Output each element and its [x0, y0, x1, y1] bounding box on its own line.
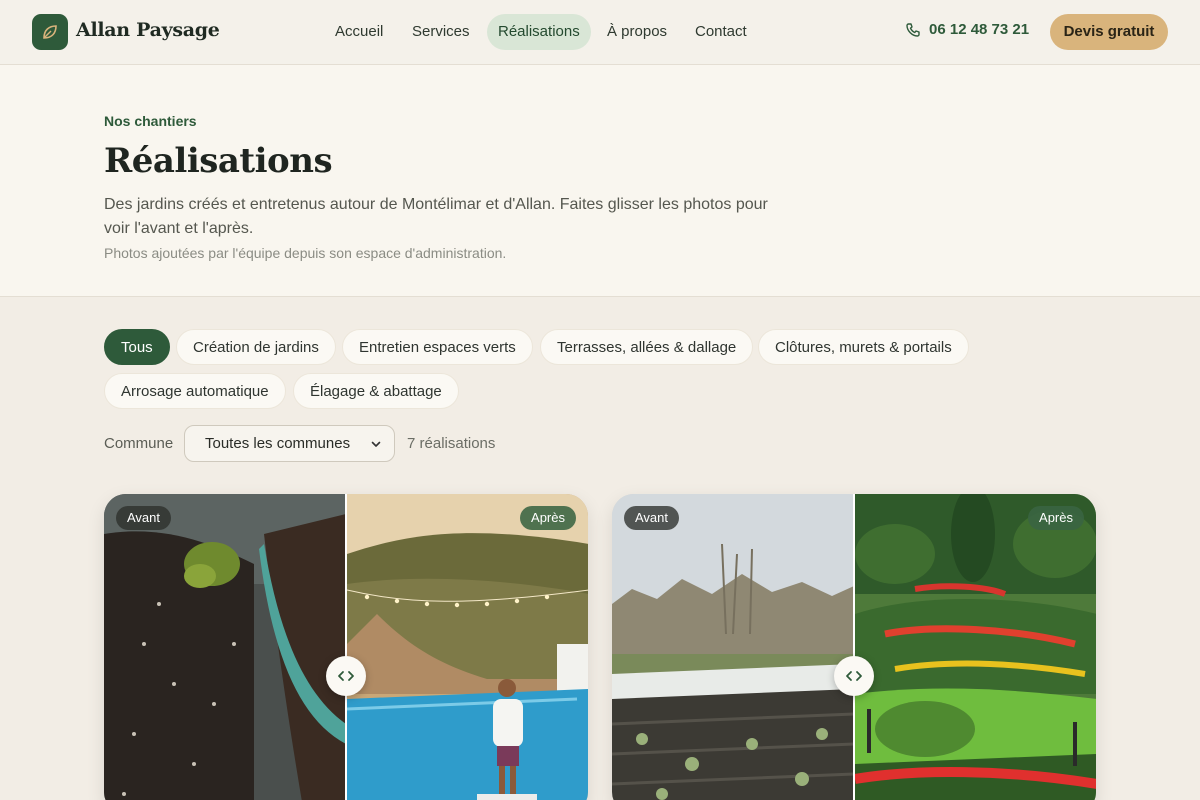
before-photo	[612, 494, 854, 800]
logo[interactable]	[32, 14, 68, 50]
filter-chip-creation-jardins[interactable]: Création de jardins	[176, 329, 336, 365]
nav-item-accueil[interactable]: Accueil	[324, 14, 394, 50]
nav-item-a-propos[interactable]: À propos	[596, 14, 678, 50]
hero-note: Photos ajoutées par l'équipe depuis son …	[104, 245, 507, 261]
leaf-icon	[43, 25, 57, 39]
before-badge: Avant	[624, 506, 680, 530]
hero-lead: Des jardins créés et entretenus autour d…	[104, 196, 768, 237]
chevron-down-icon	[371, 441, 381, 447]
hero-section: Nos chantiers Réalisations Des jardins c…	[0, 65, 1200, 297]
after-badge: Après	[520, 506, 576, 530]
results-count: 7 réalisations	[407, 435, 496, 452]
compare-divider	[853, 494, 855, 800]
filter-chip-arrosage[interactable]: Arrosage automatique	[104, 373, 286, 409]
phone-link[interactable]: 06 12 48 73 21	[905, 21, 1029, 38]
page-title: Réalisations	[104, 141, 333, 181]
project-card[interactable]: Avant Après	[612, 494, 1096, 800]
commune-select-value: Toutes les communes	[205, 435, 351, 452]
filter-chip-clotures[interactable]: Clôtures, murets & portails	[758, 329, 969, 365]
project-card[interactable]: Avant Après	[104, 494, 588, 800]
top-nav: Allan Paysage Accueil Services Réalisati…	[0, 0, 1200, 65]
nav-item-services[interactable]: Services	[401, 14, 481, 50]
compare-slider-handle[interactable]	[326, 656, 366, 696]
filter-chip-tous[interactable]: Tous	[104, 329, 170, 365]
compare-slider-handle[interactable]	[834, 656, 874, 696]
compare-arrows-icon	[846, 671, 862, 681]
compare-arrows-icon	[338, 671, 354, 681]
before-photo	[104, 494, 346, 800]
nav-item-contact[interactable]: Contact	[684, 14, 758, 50]
compare-divider	[345, 494, 347, 800]
before-badge: Avant	[116, 506, 172, 530]
filter-chip-entretien[interactable]: Entretien espaces verts	[342, 329, 533, 365]
filter-chip-terrasses[interactable]: Terrasses, allées & dallage	[540, 329, 754, 365]
filter-chip-elagage[interactable]: Élagage & abattage	[293, 373, 459, 409]
phone-icon	[906, 22, 920, 37]
nav-item-realisations[interactable]: Réalisations	[487, 14, 591, 50]
after-badge: Après	[1028, 506, 1084, 530]
commune-select[interactable]: Toutes les communes	[184, 425, 395, 462]
after-photo	[855, 494, 1096, 800]
after-photo	[347, 494, 588, 800]
brand-name[interactable]: Allan Paysage	[76, 19, 220, 41]
free-quote-button[interactable]: Devis gratuit	[1050, 14, 1168, 50]
commune-label: Commune	[104, 435, 174, 452]
phone-number: 06 12 48 73 21	[929, 21, 1030, 38]
hero-eyebrow: Nos chantiers	[104, 113, 197, 129]
